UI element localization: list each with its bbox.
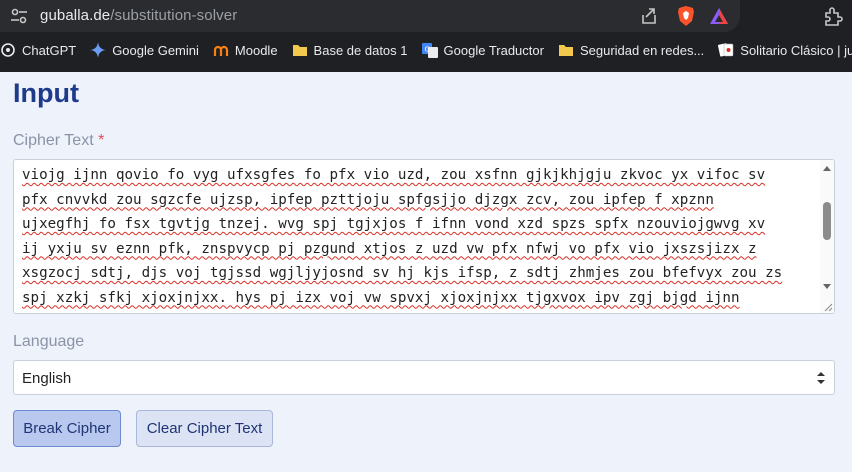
resize-handle-icon[interactable] (823, 302, 833, 312)
bookmark-label: Base de datos 1 (313, 42, 408, 58)
bookmark-label: Seguridad en redes... (579, 42, 705, 58)
page-title: Input (13, 78, 79, 108)
bookmark-label: Solitario Clásico | ju... (740, 42, 852, 58)
required-mark: * (98, 132, 105, 149)
cipher-text-content[interactable]: viojg ijnn qovio fo vyg ufxsgfes fo pfx … (22, 163, 812, 313)
bookmark-chatgpt[interactable]: ChatGPT (0, 42, 76, 58)
cipher-text-area[interactable]: viojg ijnn qovio fo vyg ufxsgfes fo pfx … (13, 159, 835, 314)
url-text[interactable]: guballa.de/substitution-solver (40, 7, 237, 24)
bookmark-label: ChatGPT (22, 42, 77, 58)
page-content: Input Cipher Text * viojg ijnn qovio fo … (0, 72, 852, 472)
language-selected-value: English (22, 370, 72, 387)
clear-cipher-text-button[interactable]: Clear Cipher Text (136, 410, 273, 447)
share-icon[interactable] (640, 6, 658, 26)
chatgpt-icon (1, 43, 15, 57)
scroll-down-arrow-icon[interactable] (823, 284, 831, 289)
moodle-icon (213, 45, 229, 56)
scroll-up-arrow-icon[interactable] (823, 166, 831, 171)
language-select[interactable]: English (13, 360, 835, 395)
url-path: /substitution-solver (110, 7, 238, 24)
language-label: Language (13, 333, 85, 350)
break-cipher-button[interactable]: Break Cipher (13, 410, 121, 447)
bookmark-moodle[interactable]: Moodle (213, 42, 278, 58)
bookmark-label: Google Gemini (112, 42, 199, 58)
scrollbar-thumb[interactable] (823, 202, 831, 240)
select-arrows-icon (817, 372, 825, 384)
folder-icon (292, 45, 307, 56)
bookmark-google-traductor[interactable]: G Google Traductor (421, 42, 544, 58)
bookmarks-bar: ChatGPT Google Gemini Moodle Base de dat… (0, 36, 852, 64)
folder-icon (558, 45, 573, 56)
site-settings-icon[interactable] (10, 8, 28, 24)
extensions-icon[interactable] (822, 5, 844, 27)
cipher-label-text: Cipher Text (13, 132, 94, 149)
browser-chrome: guballa.de/substitution-solver ChatGPT G… (0, 0, 852, 72)
brave-shields-icon[interactable] (676, 5, 696, 27)
cipher-text-label: Cipher Text * (13, 132, 104, 150)
brave-rewards-icon[interactable] (708, 6, 730, 26)
cipher-scrollbar[interactable] (820, 160, 834, 313)
bookmark-label: Moodle (234, 42, 278, 58)
bookmark-solitario[interactable]: Solitario Clásico | ju... (718, 42, 852, 58)
address-bar[interactable]: guballa.de/substitution-solver (0, 0, 740, 32)
cards-icon (718, 43, 734, 57)
gemini-icon (90, 42, 107, 58)
url-domain: guballa.de (40, 7, 111, 24)
svg-text:G: G (424, 46, 429, 54)
bookmark-seguridad-en-redes[interactable]: Seguridad en redes... (558, 42, 704, 58)
bookmark-base-de-datos[interactable]: Base de datos 1 (292, 42, 408, 58)
translate-icon: G (421, 43, 438, 58)
bookmark-gemini[interactable]: Google Gemini (90, 42, 199, 58)
bookmark-label: Google Traductor (443, 42, 544, 58)
